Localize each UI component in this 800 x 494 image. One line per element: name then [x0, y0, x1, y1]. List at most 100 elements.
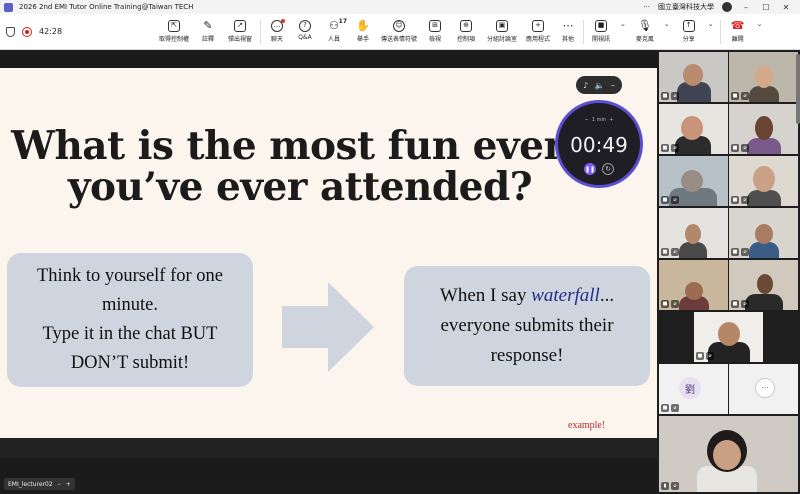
recording-icon[interactable]	[22, 26, 32, 37]
tool-label: 註釋	[201, 35, 214, 43]
more-participants-tile[interactable]: ···	[729, 364, 798, 414]
participant-gallery: ■ ⌀ ■ ⌀ ■ ⌀ ■ ⌀ ■ ⌀ ■ ⌀ ■ ⌀ ■ ⌀ ■ ⌀ ■ ⌀ …	[657, 50, 800, 494]
participant-tile[interactable]: ■ ⌀	[729, 208, 798, 258]
active-speaker-tile[interactable]: ▮ ⌀	[659, 416, 798, 492]
toolbar-divider	[260, 19, 261, 44]
account-avatar[interactable]	[722, 2, 732, 12]
popout-button[interactable]: ↗ 彈出視窗	[224, 19, 256, 43]
mic-muted-icon: ⌀	[741, 92, 749, 100]
mic-muted-icon: ⌀	[671, 248, 679, 256]
participant-tile[interactable]: ■ ⌀	[659, 156, 728, 206]
annotate-button[interactable]: ✎ 註釋	[196, 20, 220, 43]
mic-button[interactable]: 🎙 麥克風	[632, 20, 658, 43]
meeting-elapsed-time: 42:28	[39, 27, 63, 36]
participant-tile[interactable]: ■ ⌀	[659, 104, 728, 154]
maximize-button[interactable]: ☐	[760, 3, 772, 12]
tool-label: Q&A	[298, 33, 312, 41]
reset-icon[interactable]: ↻	[602, 163, 614, 175]
expand-self-view-icon[interactable]: +	[66, 481, 71, 488]
popout-icon: ↗	[234, 19, 246, 32]
presentation-slide: What is the most fun event you’ve ever a…	[0, 68, 657, 438]
tool-label: 取得控制權	[158, 35, 189, 43]
instruction-text: DON’T submit!	[70, 353, 190, 373]
collapse-icon[interactable]: –	[611, 81, 615, 90]
gallery-scrollbar[interactable]	[796, 54, 800, 124]
people-count: 17	[338, 17, 347, 25]
more-button[interactable]: ⋯ 其他	[557, 20, 579, 43]
tool-label: 分享	[682, 35, 695, 43]
minimize-button[interactable]: –	[740, 3, 752, 12]
leave-options-chevron-icon[interactable]: ⌄	[757, 20, 763, 28]
minimize-self-view-icon[interactable]: –	[58, 481, 61, 488]
tool-label: 麥克風	[635, 35, 654, 43]
mic-muted-icon: ⌀	[671, 196, 679, 204]
tool-label: 人員	[327, 35, 340, 43]
video-off-icon: ■	[731, 92, 739, 100]
breakout-icon: ▣	[496, 19, 508, 32]
tool-label: 開視訊	[591, 35, 610, 43]
breakout-rooms-button[interactable]: ▣ 分組討論室	[485, 19, 519, 43]
controls-button[interactable]: ⊕ 控制項	[451, 19, 481, 43]
pen-icon: ✎	[203, 19, 213, 32]
participant-tile[interactable]: ■ ⌀	[729, 156, 798, 206]
remote-control-button[interactable]: ⇱ 取得控制權	[156, 19, 192, 43]
timer-preset[interactable]: − 1 min +	[558, 117, 640, 123]
speaker-icon[interactable]: 🔈	[595, 81, 605, 90]
response-line: When I say waterfall...	[440, 281, 614, 311]
tool-label: 舉手	[356, 35, 369, 43]
app-logo-icon	[4, 2, 13, 12]
share-options-chevron-icon[interactable]: ⌄	[708, 20, 714, 28]
tool-label: 檢視	[428, 35, 441, 43]
video-off-icon: ■	[661, 404, 669, 412]
participant-tile[interactable]: ■ ⌀	[729, 260, 798, 310]
video-button[interactable]: ■ 開視訊	[588, 19, 614, 43]
security-shield-icon[interactable]	[6, 26, 15, 37]
participant-tile[interactable]: ■ ⌀	[729, 52, 798, 102]
video-off-icon: ■	[731, 248, 739, 256]
pause-icon[interactable]: ❚❚	[584, 163, 596, 175]
letterbox-bottom	[0, 458, 657, 480]
participant-tile[interactable]: 劉 ■ ⌀	[659, 364, 728, 414]
slide-title-line: you’ve ever attended?	[67, 164, 533, 210]
hangup-icon: ☎	[730, 19, 745, 32]
participant-tile[interactable]: ■ ⌀	[659, 52, 728, 102]
keyword-waterfall: waterfall	[531, 285, 600, 306]
raise-hand-button[interactable]: ✋ 舉手	[351, 20, 375, 43]
timer-preset-label: 1 min	[591, 117, 607, 123]
controls-icon: ⊕	[460, 19, 472, 32]
video-off-icon: ■	[731, 300, 739, 308]
participant-tile[interactable]: ■ ⌀	[659, 260, 728, 310]
video-off-icon: ■	[661, 248, 669, 256]
people-button[interactable]: ⚇ 17 人員	[321, 17, 347, 43]
share-button[interactable]: ↑ 分享	[676, 19, 702, 43]
response-line: everyone submits their	[440, 315, 614, 336]
participant-initial-avatar: 劉	[679, 377, 701, 399]
music-note-icon[interactable]: ♪	[583, 81, 588, 90]
view-button[interactable]: ⊞ 檢視	[423, 19, 447, 43]
mic-muted-icon: ⌀	[671, 300, 679, 308]
tool-label: 控制項	[456, 35, 475, 43]
countdown-timer: − 1 min + 00:49 ❚❚ ↻	[555, 100, 643, 188]
window-title: 2026 2nd EMI Tutor Online Training@Taiwa…	[19, 3, 194, 11]
emoji-button[interactable]: ☺ 傳送表情符號	[379, 19, 419, 43]
shared-screen: What is the most fun event you’ve ever a…	[0, 50, 657, 480]
participant-tile[interactable]: ■ ⌀	[694, 312, 763, 362]
tool-label: 分組討論室	[486, 35, 517, 43]
leave-button[interactable]: ☎ 離開	[725, 20, 751, 43]
mic-options-chevron-icon[interactable]: ⌄	[664, 20, 670, 28]
tool-label: 聊天	[270, 35, 283, 43]
participant-tile[interactable]: ■ ⌀	[729, 104, 798, 154]
org-name: 國立臺灣科技大學	[658, 3, 714, 11]
video-options-chevron-icon[interactable]: ⌄	[620, 20, 626, 28]
participant-tile[interactable]: ■ ⌀	[659, 208, 728, 258]
meeting-toolbar: 42:28 ⇱ 取得控制權 ✎ 註釋 ↗ 彈出視窗 … 聊天 ? Q&A ⚇ 1…	[0, 14, 800, 50]
timer-toolbar: ♪ 🔈 –	[576, 76, 622, 94]
more-menu-button[interactable]: ···	[643, 3, 650, 11]
tool-label: 應用程式	[525, 35, 550, 43]
apps-button[interactable]: + 應用程式	[523, 19, 553, 43]
close-button[interactable]: ✕	[780, 3, 792, 12]
audio-level-icon: ▮	[661, 482, 669, 490]
slide-footnote: example!	[568, 420, 606, 431]
qa-button[interactable]: ? Q&A	[293, 19, 317, 41]
chat-button[interactable]: … 聊天	[265, 18, 289, 43]
